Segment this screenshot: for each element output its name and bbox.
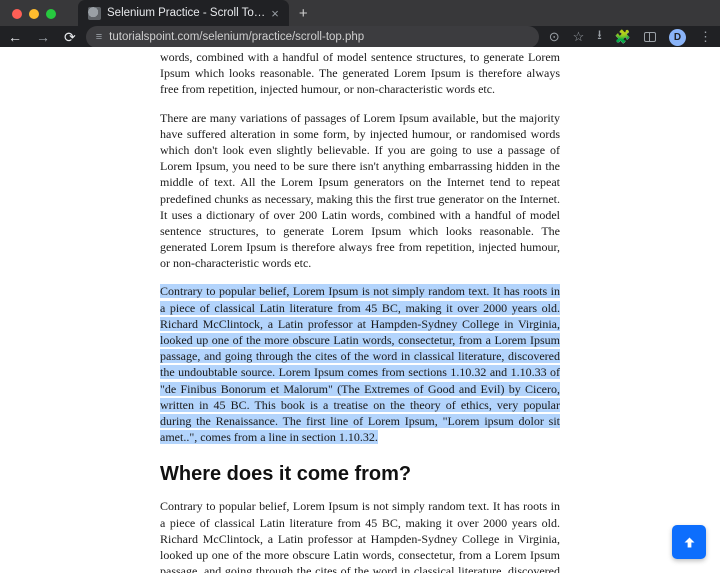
address-bar[interactable]: ≡ tutorialspoint.com/selenium/practice/s… xyxy=(86,26,539,48)
tab-favicon xyxy=(88,7,101,20)
site-info-icon[interactable]: ≡ xyxy=(96,31,102,43)
bookmark-icon[interactable]: ☆ xyxy=(573,29,585,45)
tab-close-button[interactable]: × xyxy=(271,7,279,20)
paragraph: words, combined with a handful of model … xyxy=(160,49,560,98)
paragraph: There are many variations of passages of… xyxy=(160,110,560,272)
toolbar-right: ⊙ ☆ ⭳ 🧩 D ⋮ xyxy=(549,26,712,48)
window-controls xyxy=(12,9,56,19)
browser-tab-active[interactable]: Selenium Practice - Scroll To… × xyxy=(78,0,289,26)
window-zoom-button[interactable] xyxy=(46,9,56,19)
browser-chrome: Selenium Practice - Scroll To… × + ← → ⟳… xyxy=(0,0,720,47)
reload-button[interactable]: ⟳ xyxy=(64,29,76,46)
article-content: words, combined with a handful of model … xyxy=(160,47,560,573)
paragraph-selected: Contrary to popular belief, Lorem Ipsum … xyxy=(160,283,560,445)
menu-icon[interactable]: ⋮ xyxy=(699,29,712,45)
selected-text[interactable]: Contrary to popular belief, Lorem Ipsum … xyxy=(160,284,560,444)
new-tab-button[interactable]: + xyxy=(289,5,318,26)
back-button[interactable]: ← xyxy=(8,29,22,45)
scroll-to-top-button[interactable] xyxy=(672,525,706,559)
toolbar: ← → ⟳ ≡ tutorialspoint.com/selenium/prac… xyxy=(0,26,720,48)
page-viewport: words, combined with a handful of model … xyxy=(0,47,720,573)
forward-button[interactable]: → xyxy=(36,29,50,45)
extensions-icon[interactable]: 🧩 xyxy=(615,29,631,45)
tab-title: Selenium Practice - Scroll To… xyxy=(107,7,265,19)
arrow-up-icon xyxy=(682,535,697,550)
download-icon[interactable]: ⭳ xyxy=(597,26,602,48)
paragraph: Contrary to popular belief, Lorem Ipsum … xyxy=(160,498,560,573)
url-text: tutorialspoint.com/selenium/practice/scr… xyxy=(109,31,364,43)
search-icon[interactable]: ⊙ xyxy=(549,29,560,45)
window-minimize-button[interactable] xyxy=(29,9,39,19)
section-heading: Where does it come from? xyxy=(160,461,560,488)
nav-controls: ← → ⟳ xyxy=(8,29,76,46)
profile-avatar[interactable]: D xyxy=(669,29,686,46)
tab-strip: Selenium Practice - Scroll To… × + xyxy=(0,0,720,26)
window-close-button[interactable] xyxy=(12,9,22,19)
panel-icon[interactable] xyxy=(644,30,656,45)
